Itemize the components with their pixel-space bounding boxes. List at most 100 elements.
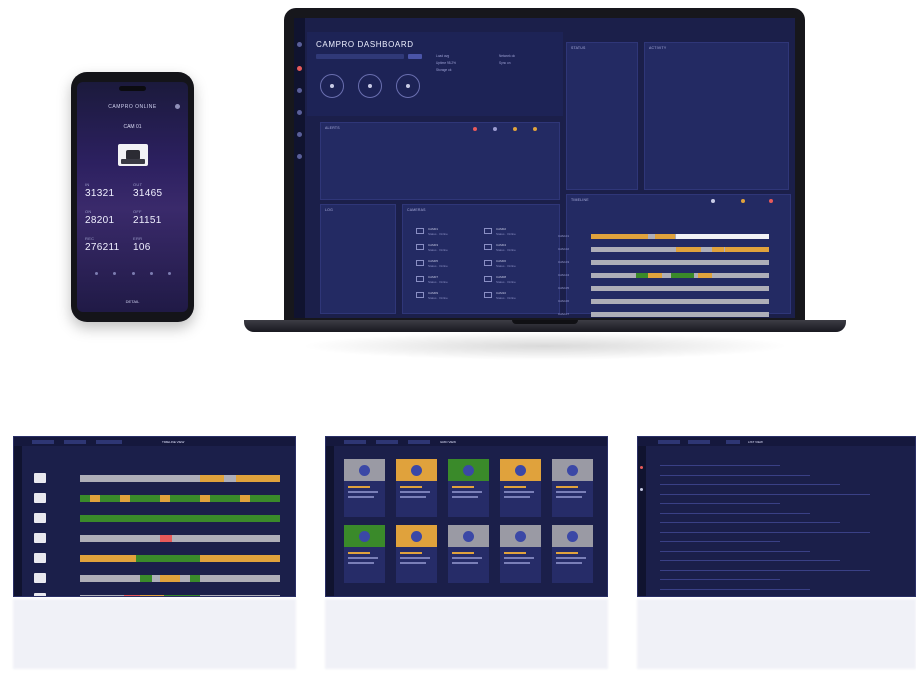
status-line bbox=[348, 552, 370, 554]
home-icon[interactable] bbox=[297, 42, 302, 47]
camera-thumbnail bbox=[448, 525, 489, 547]
timeline-segment bbox=[697, 273, 713, 278]
list-row[interactable] bbox=[660, 465, 780, 466]
timeline-row[interactable] bbox=[80, 515, 280, 522]
list-icon[interactable] bbox=[297, 110, 302, 115]
list-row[interactable] bbox=[660, 503, 780, 504]
panel-title: CAMERAS bbox=[407, 208, 426, 212]
timeline-row[interactable] bbox=[591, 286, 769, 291]
camera-thumbnail[interactable] bbox=[34, 573, 46, 583]
tab-label[interactable]: GRID VIEW bbox=[440, 440, 456, 444]
timeline-row[interactable] bbox=[80, 475, 280, 482]
timeline-segment bbox=[140, 595, 164, 596]
activity-panel: ACTIVITY bbox=[644, 42, 789, 190]
timeline-row[interactable] bbox=[80, 495, 280, 502]
camera-tile[interactable] bbox=[448, 459, 489, 517]
camera-icon[interactable] bbox=[297, 66, 302, 71]
cameras-panel: CAMERAS bbox=[402, 204, 560, 314]
status-line bbox=[452, 486, 474, 488]
panel-title: LOG bbox=[325, 208, 333, 212]
grid-icon[interactable] bbox=[297, 88, 302, 93]
timeline-row[interactable] bbox=[80, 555, 280, 562]
dial-3[interactable] bbox=[396, 74, 420, 98]
timeline-row[interactable] bbox=[591, 260, 769, 265]
legend-dot bbox=[741, 199, 745, 203]
list-row[interactable] bbox=[660, 531, 870, 533]
camera-icon[interactable] bbox=[484, 244, 492, 250]
camera-thumbnail[interactable] bbox=[34, 473, 46, 483]
camera-icon[interactable] bbox=[484, 228, 492, 234]
dial-2[interactable] bbox=[358, 74, 382, 98]
status-panel: STATUS bbox=[566, 42, 638, 190]
list-row[interactable] bbox=[660, 560, 840, 561]
list-row[interactable] bbox=[660, 550, 810, 552]
detail-button[interactable]: DETAIL bbox=[77, 299, 188, 304]
camera-icon[interactable] bbox=[416, 260, 424, 266]
list-row[interactable] bbox=[660, 541, 780, 542]
stat-label: REC bbox=[85, 236, 95, 241]
legend-dot bbox=[473, 127, 477, 131]
camera-icon[interactable] bbox=[416, 276, 424, 282]
phone-device: CAMPRO ONLINE CAM 01 IN 31321 OUT 31465 ON 28… bbox=[71, 72, 194, 322]
list-row[interactable] bbox=[660, 474, 810, 476]
list-row[interactable] bbox=[660, 588, 810, 590]
phone-stat: ERR 106 bbox=[133, 236, 181, 253]
list-row[interactable] bbox=[660, 512, 810, 514]
timeline-row[interactable] bbox=[591, 312, 769, 317]
camera-icon[interactable] bbox=[484, 292, 492, 298]
person-icon bbox=[567, 465, 578, 476]
camera-icon[interactable] bbox=[484, 260, 492, 266]
tab-label[interactable]: LIST VIEW bbox=[748, 440, 763, 444]
camera-tile[interactable] bbox=[396, 459, 437, 517]
camera-thumbnail[interactable] bbox=[34, 593, 46, 596]
camera-tile[interactable] bbox=[344, 525, 385, 583]
timeline-row[interactable] bbox=[80, 575, 280, 582]
camera-tile[interactable] bbox=[552, 525, 593, 583]
top-bar: LIST VIEW bbox=[638, 437, 915, 446]
list-row[interactable] bbox=[660, 522, 840, 523]
camera-icon[interactable] bbox=[484, 276, 492, 282]
timeline-segment bbox=[90, 495, 100, 502]
camera-tile[interactable] bbox=[448, 525, 489, 583]
timeline-row[interactable] bbox=[80, 535, 280, 542]
chart-icon[interactable] bbox=[297, 132, 302, 137]
camera-thumbnail[interactable] bbox=[34, 493, 46, 503]
timeline-row[interactable] bbox=[591, 299, 769, 304]
camera-thumbnail[interactable] bbox=[34, 533, 46, 543]
camera-tile[interactable] bbox=[552, 459, 593, 517]
menu-icon[interactable] bbox=[175, 104, 180, 109]
dial-1[interactable] bbox=[320, 74, 344, 98]
camera-name: CAM03 bbox=[428, 243, 439, 247]
timeline-row[interactable] bbox=[591, 247, 769, 252]
info-line bbox=[452, 557, 482, 559]
camera-thumbnail bbox=[500, 459, 541, 481]
list-row[interactable] bbox=[660, 569, 870, 571]
timeline-row[interactable] bbox=[80, 595, 280, 596]
camera-tile[interactable] bbox=[396, 525, 437, 583]
timeline-segment bbox=[240, 495, 250, 502]
camera-icon[interactable] bbox=[416, 228, 424, 234]
camera-thumbnail[interactable] bbox=[34, 553, 46, 563]
camera-icon[interactable] bbox=[416, 244, 424, 250]
timeline-row[interactable] bbox=[591, 234, 769, 239]
list-row[interactable] bbox=[660, 484, 840, 485]
laptop-device: CAMPRO DASHBOARD Load avg Uptime 98.2% S… bbox=[284, 8, 805, 320]
camera-icon[interactable] bbox=[416, 292, 424, 298]
camera-tile[interactable] bbox=[500, 459, 541, 517]
timeline-row[interactable] bbox=[591, 273, 769, 278]
camera-thumbnail[interactable] bbox=[34, 513, 46, 523]
list-row[interactable] bbox=[660, 579, 780, 580]
tab-label[interactable]: TIMELINE VIEW bbox=[162, 440, 184, 444]
tab-bar[interactable] bbox=[316, 54, 404, 59]
stat-value: 106 bbox=[133, 242, 151, 253]
camera-status: Status · Online bbox=[428, 296, 448, 300]
settings-icon[interactable] bbox=[297, 154, 302, 159]
tab-active[interactable] bbox=[408, 54, 422, 59]
info-line: Sync on bbox=[499, 61, 511, 65]
status-line bbox=[556, 552, 578, 554]
list-row[interactable] bbox=[660, 493, 870, 495]
camera-tile[interactable] bbox=[500, 525, 541, 583]
camera-status: Status · Online bbox=[496, 248, 516, 252]
info-line bbox=[348, 496, 374, 498]
camera-tile[interactable] bbox=[344, 459, 385, 517]
